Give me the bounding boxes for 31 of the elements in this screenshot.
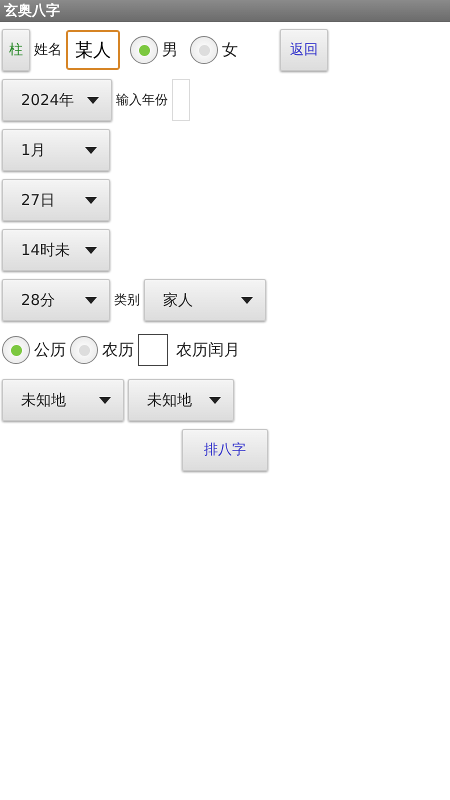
- checkbox[interactable]: [138, 334, 168, 366]
- caret-icon: [241, 296, 253, 304]
- dropdown[interactable]: 未知地: [128, 379, 234, 421]
- year-label: 输入年份: [116, 92, 168, 109]
- window-title: 玄奥八字: [0, 0, 450, 22]
- year-input-field[interactable]: [172, 79, 190, 121]
- dropdown[interactable]: 27日: [2, 179, 110, 221]
- radio-button[interactable]: 女: [190, 36, 238, 64]
- radio-button[interactable]: 公历: [2, 336, 66, 364]
- radio-button[interactable]: 农历: [70, 336, 134, 364]
- caret-icon: [85, 146, 97, 154]
- category-label: 类别: [114, 292, 140, 309]
- dropdown[interactable]: 家人: [144, 279, 266, 321]
- leap-month-label: 农历闰月: [176, 340, 240, 360]
- name-field[interactable]: 某人: [66, 30, 120, 70]
- caret-icon: [99, 396, 111, 404]
- caret-icon: [85, 246, 97, 254]
- caret-icon: [87, 96, 99, 104]
- submit-button[interactable]: 排八字: [182, 429, 268, 471]
- dropdown[interactable]: 28分: [2, 279, 110, 321]
- pillar-button[interactable]: 柱: [2, 29, 30, 71]
- name-label: 姓名: [34, 41, 62, 59]
- dropdown[interactable]: 14时未: [2, 229, 110, 271]
- dropdown[interactable]: 2024年: [2, 79, 112, 121]
- caret-icon: [209, 396, 221, 404]
- caret-icon: [85, 296, 97, 304]
- back-button[interactable]: 返回: [280, 29, 328, 71]
- caret-icon: [85, 196, 97, 204]
- radio-button[interactable]: 男: [130, 36, 178, 64]
- dropdown[interactable]: 1月: [2, 129, 110, 171]
- dropdown[interactable]: 未知地: [2, 379, 124, 421]
